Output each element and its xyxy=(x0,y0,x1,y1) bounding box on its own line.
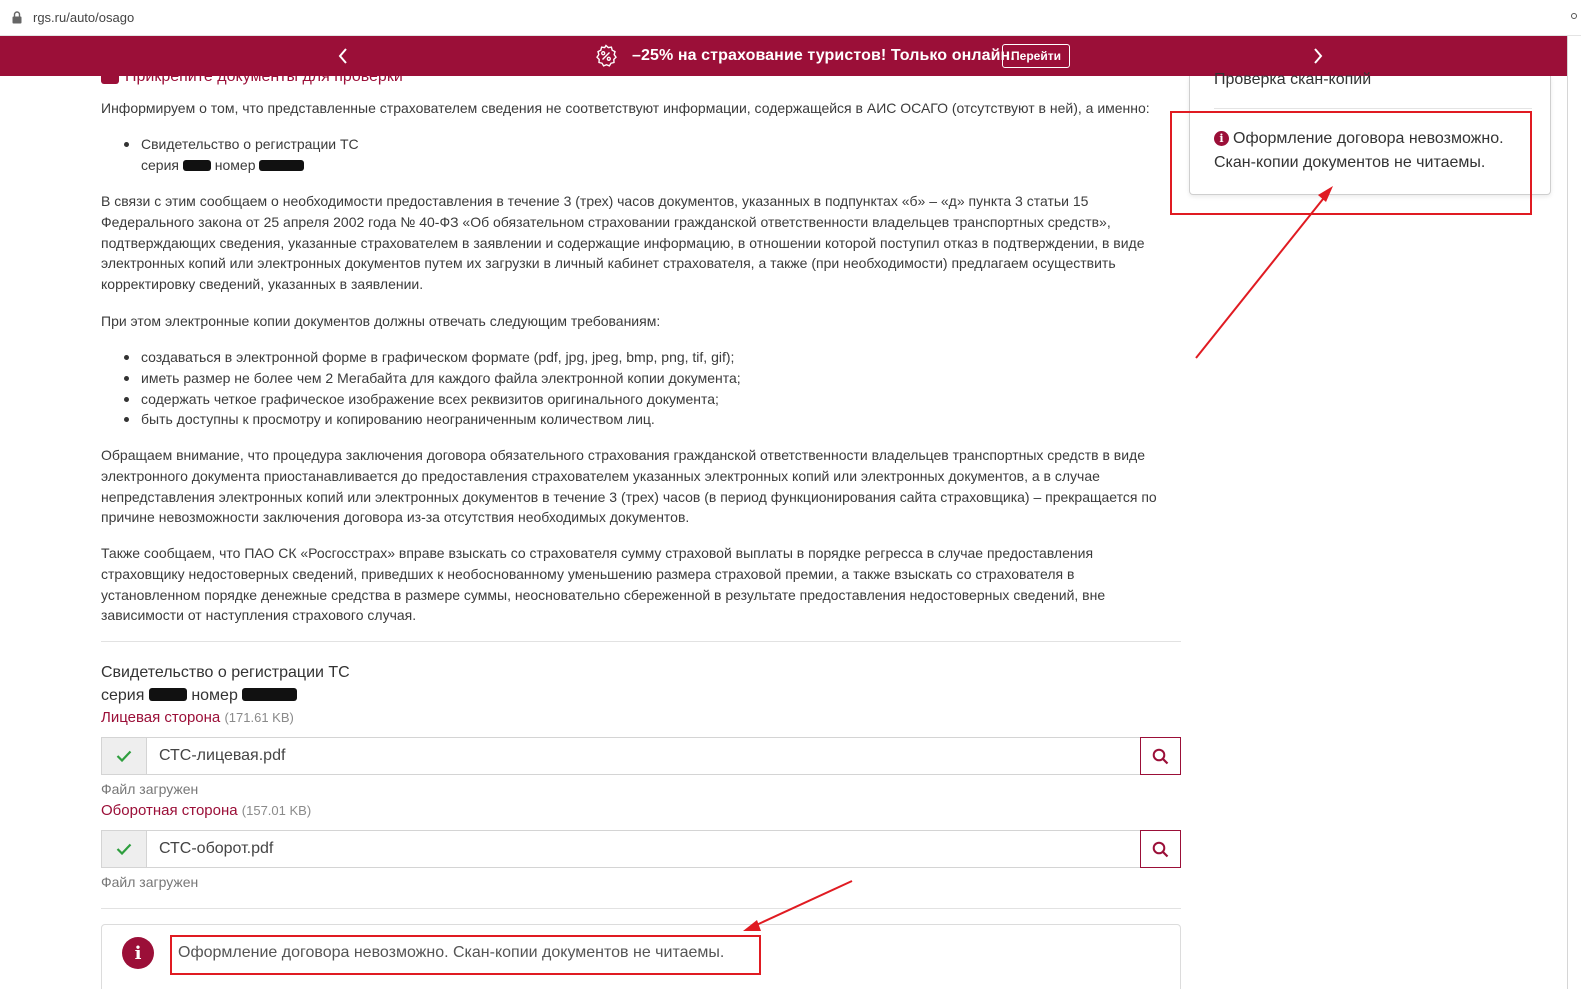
list-item: иметь размер не более чем 2 Мегабайта дл… xyxy=(101,368,1161,389)
back-side-title: Оборотная сторона xyxy=(101,802,238,819)
front-file-size: (171.61 KB) xyxy=(224,710,294,725)
info-icon: i xyxy=(122,937,154,969)
list-item: создаваться в электронной форме в графич… xyxy=(101,347,1161,368)
divider xyxy=(101,641,1181,642)
upload-doc-name: Свидетельство о регистрации ТС xyxy=(101,664,350,681)
back-file-name: СТС-оборот.pdf xyxy=(159,840,274,857)
front-upload-status: Файл загружен xyxy=(101,781,199,797)
intro-text: Информируем о том, что представленные ст… xyxy=(101,100,1150,116)
annotation-box xyxy=(170,935,761,975)
promo-text: –25% на страхование туристов! Только онл… xyxy=(632,47,1015,64)
promo-banner: –25% на страхование туристов! Только онл… xyxy=(0,36,1568,76)
redacted-mark xyxy=(148,688,187,701)
address-bar[interactable]: rgs.ru/auto/osago xyxy=(0,0,1581,36)
redacted-mark xyxy=(242,688,298,701)
chevron-right-icon[interactable] xyxy=(1305,43,1331,69)
paragraph: Обращаем внимание, что процедура заключе… xyxy=(101,447,1157,526)
doc-list: Свидетельство о регистрации ТС серия ном… xyxy=(101,134,1161,176)
list-item: быть доступны к просмотру и копированию … xyxy=(101,409,1161,430)
paragraph: При этом электронные копии документов до… xyxy=(101,313,661,329)
scrollbar[interactable] xyxy=(1567,36,1581,989)
paragraph: В связи с этим сообщаем о необходимости … xyxy=(101,193,1145,293)
upload-doc-title: Свидетельство о регистрации ТС серия ном… xyxy=(101,661,350,707)
requirements-list: создаваться в электронной форме в графич… xyxy=(101,347,1161,430)
doc-item-series-label: серия xyxy=(141,156,179,173)
front-file-row: СТС-лицевая.pdf xyxy=(101,737,1181,775)
upload-series-label: серия xyxy=(101,687,145,704)
back-file-size: (157.01 KB) xyxy=(241,803,312,818)
front-side-label: Лицевая сторона (171.61 KB) xyxy=(101,709,294,726)
front-file-name: СТС-лицевая.pdf xyxy=(159,747,286,764)
check-icon xyxy=(102,831,147,867)
url-text[interactable]: rgs.ru/auto/osago xyxy=(33,10,134,25)
percent-badge-icon xyxy=(596,44,617,67)
doc-item-title: Свидетельство о регистрации ТС xyxy=(141,136,359,152)
redacted-mark xyxy=(182,159,211,171)
upload-number-label: номер xyxy=(191,687,238,704)
divider xyxy=(1214,108,1532,109)
upload-icon xyxy=(101,76,119,84)
redacted-mark xyxy=(259,159,305,171)
promo-go-button[interactable]: Перейти xyxy=(1002,44,1070,68)
lock-icon xyxy=(12,11,22,24)
back-file-row: СТС-оборот.pdf xyxy=(101,830,1181,868)
doc-item-number-label: номер xyxy=(214,156,256,173)
paragraph: Также сообщаем, что ПАО СК «Росгосстрах»… xyxy=(101,545,1106,624)
front-side-title: Лицевая сторона xyxy=(101,709,221,726)
attach-documents-link[interactable]: Прикрепите документы для проверки xyxy=(101,76,403,86)
back-upload-status: Файл загружен xyxy=(101,874,199,890)
back-side-label: Оборотная сторона (157.01 KB) xyxy=(101,802,311,819)
panel-title: Проверка скан-копий xyxy=(1214,71,1372,88)
chevron-left-icon[interactable] xyxy=(330,43,356,69)
check-icon xyxy=(102,738,147,774)
search-icon[interactable] xyxy=(1140,737,1181,775)
list-item: Свидетельство о регистрации ТС серия ном… xyxy=(101,134,1161,176)
divider xyxy=(101,908,1181,909)
list-item: содержать четкое графическое изображение… xyxy=(101,389,1161,410)
search-icon[interactable] xyxy=(1140,830,1181,868)
annotation-box xyxy=(1170,111,1532,215)
main-content: Прикрепите документы для проверки Информ… xyxy=(0,76,1181,989)
browser-menu-icon[interactable] xyxy=(1571,13,1577,19)
attach-title-text: Прикрепите документы для проверки xyxy=(125,76,403,85)
